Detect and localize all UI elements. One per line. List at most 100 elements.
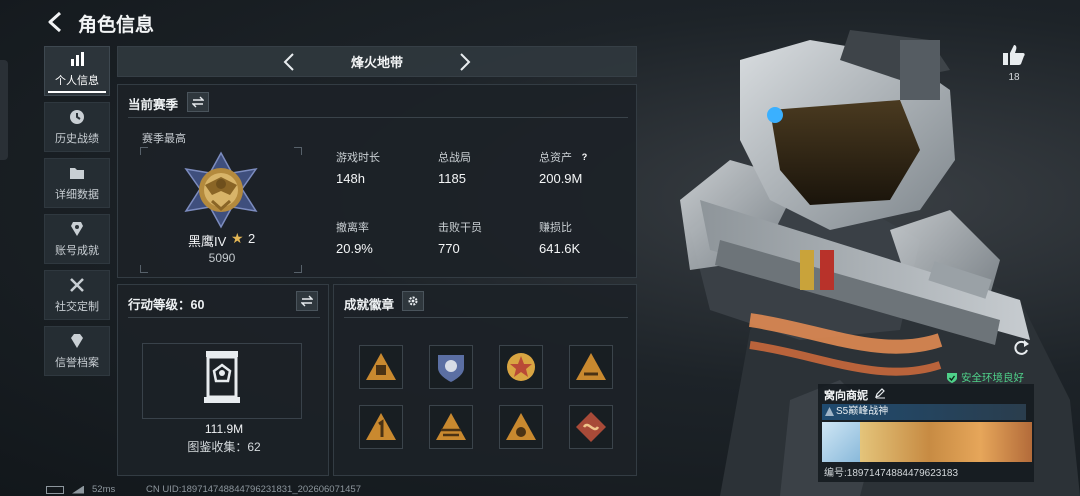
achievement-badges-panel: 成就徽章 — [333, 284, 637, 476]
stripes-medal-icon — [436, 413, 466, 440]
stat-label: 总战局 — [438, 152, 471, 164]
divider — [128, 117, 628, 118]
season-high-label: 赛季最高 — [142, 133, 186, 145]
collection-case-icon[interactable] — [200, 349, 244, 407]
banner-avatar — [822, 422, 860, 462]
diamond-icon — [71, 334, 83, 348]
nav-item-label: 个人信息 — [55, 74, 99, 87]
rank-name: 黑鹰IV — [188, 234, 227, 249]
signal-icon — [72, 485, 84, 494]
clock-icon — [70, 110, 84, 124]
action-level-title: 行动等级：60 — [128, 298, 205, 312]
banner-art — [860, 422, 1032, 462]
stat-value: 641.6K — [539, 241, 581, 256]
folder-icon — [70, 168, 84, 179]
rank-points: 5090 — [208, 251, 236, 265]
edit-icon[interactable] — [874, 387, 886, 399]
stat-total-matches: 总战局 1185 — [438, 149, 471, 186]
stat-label: 游戏时长 — [336, 152, 380, 164]
battery-icon — [46, 485, 64, 494]
nav-item-match-history[interactable]: 历史战绩 — [44, 102, 110, 152]
safe-environment-badge: 安全环境良好 — [946, 370, 1024, 385]
stat-play-time: 游戏时长 148h — [336, 149, 380, 186]
medal-3[interactable] — [499, 345, 543, 389]
ping-value: 52ms — [92, 484, 116, 495]
nav-item-detailed-data[interactable]: 详细数据 — [44, 158, 110, 208]
grenade-medal-icon — [506, 413, 536, 440]
player-title: S5巅峰战神 — [822, 404, 1026, 420]
mode-selector: 烽火地带 — [117, 46, 637, 77]
nav-item-personal-info[interactable]: 个人信息 — [44, 46, 110, 96]
season-panel-title: 当前赛季 — [128, 98, 179, 112]
shield-medal-icon — [438, 355, 464, 382]
safe-environment-label: 安全环境良好 — [961, 372, 1024, 384]
cut-medal-icon — [576, 353, 606, 380]
swap-icon — [301, 295, 313, 307]
medal-7[interactable] — [499, 405, 543, 449]
like-count: 18 — [1008, 72, 1020, 83]
medal-4[interactable] — [569, 345, 613, 389]
player-name: 窝向商妮 — [824, 390, 868, 402]
collection-value: 111.9M — [204, 422, 244, 436]
medal-6[interactable] — [429, 405, 473, 449]
player-banner[interactable] — [822, 422, 1032, 462]
swap-action-button[interactable] — [296, 291, 318, 311]
refresh-icon[interactable] — [1011, 338, 1031, 358]
stat-value: 200.9M — [539, 171, 583, 186]
nav-item-label: 历史战绩 — [55, 133, 99, 145]
gear-icon — [408, 296, 418, 306]
season-panel: 当前赛季 赛季最高 黑鹰IV ★ 2 5090 游戏时长 148h 总战局 11… — [117, 84, 637, 278]
nav-item-credit-profile[interactable]: 信誉档案 — [44, 326, 110, 376]
stat-label: 击败干员 — [438, 222, 482, 234]
chevron-right-icon[interactable] — [454, 52, 474, 72]
medal-1[interactable] — [359, 345, 403, 389]
thumbs-up-icon[interactable] — [1002, 44, 1026, 66]
nav-item-label: 社交定制 — [55, 301, 99, 313]
stat-extraction-rate: 撤离率 20.9% — [336, 219, 373, 256]
bag-medal-icon — [366, 353, 396, 380]
stat-label-row: 总资产 ? — [539, 149, 591, 165]
rank-stars: 2 — [248, 231, 256, 246]
achievement-icon — [71, 222, 83, 236]
stat-value: 20.9% — [336, 241, 373, 256]
stat-value: 148h — [336, 171, 365, 186]
bar-chart-icon — [71, 51, 84, 66]
action-level-panel: 行动等级：60 111.9M 图鉴收集：62 — [117, 284, 329, 476]
collection-count: 图鉴收集：62 — [187, 440, 261, 454]
stat-label: 赚损比 — [539, 222, 572, 234]
medal-5[interactable] — [359, 405, 403, 449]
stat-label: 总资产 — [539, 152, 572, 164]
dragon-medal-icon — [576, 412, 606, 442]
back-arrow-icon[interactable] — [44, 10, 68, 34]
tools-icon — [70, 278, 84, 292]
badges-title: 成就徽章 — [344, 298, 395, 312]
divider — [344, 317, 628, 318]
stat-total-assets: 总资产 ? 200.9M — [539, 149, 591, 186]
nav-item-label: 账号成就 — [55, 245, 99, 257]
footer-uid: CN UID:18971474884479623183​1_2026060714… — [146, 484, 361, 495]
badge-settings-button[interactable] — [402, 291, 424, 311]
nav-item-label: 信誉档案 — [55, 357, 99, 369]
player-uid: 编号:18971474884479623183 — [824, 468, 959, 479]
nav-item-label: 详细数据 — [55, 189, 99, 201]
nav-item-account-achievements[interactable]: 账号成就 — [44, 214, 110, 264]
medal-2[interactable] — [429, 345, 473, 389]
help-icon[interactable]: ? — [578, 151, 591, 164]
mode-label: 烽火地带 — [350, 55, 403, 70]
swap-season-button[interactable] — [187, 92, 209, 112]
chevron-left-icon[interactable] — [280, 52, 300, 72]
nav-item-social-custom[interactable]: 社交定制 — [44, 270, 110, 320]
number-one-medal-icon — [366, 413, 396, 440]
stat-value: 1185 — [438, 171, 466, 186]
divider — [128, 317, 320, 318]
player-card: 窝向商妮 S5巅峰战神 编号:18971474884479623183 — [818, 384, 1034, 482]
side-nav: 个人信息 历史战绩 详细数据 账号成就 社交定制 信誉档案 — [44, 46, 110, 382]
medal-8[interactable] — [569, 405, 613, 449]
left-edge-handle — [0, 60, 8, 160]
star-icon: ★ — [231, 230, 244, 246]
swap-icon — [192, 96, 204, 108]
page-title: 角色信息 — [78, 15, 155, 36]
stat-label: 撤离率 — [336, 222, 369, 234]
shield-check-icon — [947, 372, 957, 383]
star-medal-icon — [507, 353, 535, 381]
